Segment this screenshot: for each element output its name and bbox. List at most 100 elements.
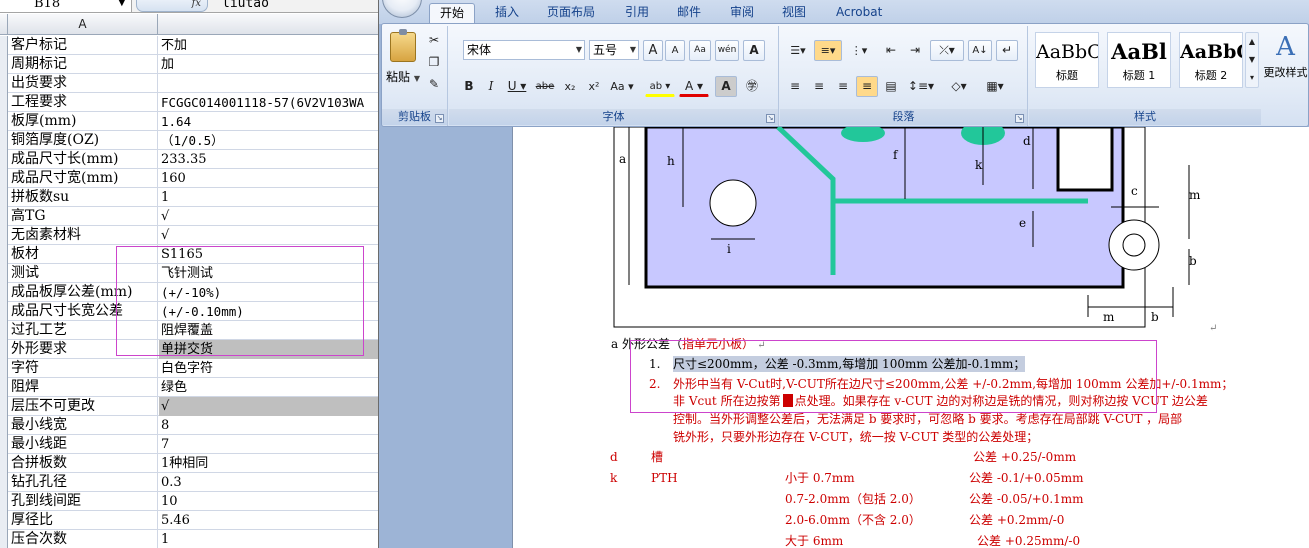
cell-value[interactable]: 10 (159, 492, 378, 511)
row-header[interactable] (0, 207, 8, 226)
tab-page-layout[interactable]: 页面布局 (537, 3, 605, 24)
row-header[interactable] (0, 397, 8, 416)
cell-label[interactable]: 成品板厚公差(mm) (9, 283, 158, 302)
show-marks-icon[interactable]: ↵ (996, 40, 1018, 61)
cell-value[interactable]: 1.64 (159, 112, 378, 131)
tab-view[interactable]: 视图 (772, 3, 816, 24)
name-box-dropdown-icon[interactable]: ▼ (118, 0, 126, 8)
paste-button[interactable]: 粘贴 ▼ (386, 29, 420, 100)
cell-label[interactable]: 阻焊 (9, 378, 158, 397)
decrease-indent-icon[interactable]: ⇤ (880, 40, 902, 61)
cell-label[interactable]: 高TG (9, 207, 158, 226)
formula-input[interactable]: liutao (222, 0, 269, 12)
cell-value[interactable]: 单拼交货 (159, 340, 378, 359)
row-header[interactable] (0, 188, 8, 207)
row-header[interactable] (0, 473, 8, 492)
bullets-icon[interactable]: ☰▾ (784, 40, 812, 61)
row-header[interactable] (0, 245, 8, 264)
cell-label[interactable]: 外形要求 (9, 340, 158, 359)
paragraph-launcher-icon[interactable]: ↘ (1015, 114, 1024, 123)
cell-label[interactable]: 压合次数 (9, 530, 158, 548)
row-header[interactable] (0, 302, 8, 321)
cell-label[interactable]: 最小线宽 (9, 416, 158, 435)
name-box[interactable]: B18 (0, 0, 132, 12)
font-size-select[interactable]: 五号 ▼ (589, 40, 639, 60)
tab-references[interactable]: 引用 (615, 3, 659, 24)
cell-label[interactable]: 成品尺寸宽(mm) (9, 169, 158, 188)
cell-label[interactable]: 工程要求 (9, 93, 158, 112)
cell-value[interactable]: 不加 (159, 36, 378, 55)
cell-value[interactable]: 160 (159, 169, 378, 188)
strikethrough-button[interactable]: abe (533, 76, 557, 97)
row-header[interactable] (0, 283, 8, 302)
justify-icon[interactable]: ≡ (856, 76, 878, 97)
list-item-2-line[interactable]: 控制。当外形调整公差后，无法满足 b 要求时，可忽略 b 要求。考虑存在局部跳 … (673, 411, 1182, 427)
cell-value[interactable]: 7 (159, 435, 378, 454)
list-item-2-line[interactable]: 铣外形，只要外形边存在 V-CUT，统一按 V-CUT 类型的公差处理； (673, 429, 1038, 445)
align-center-icon[interactable]: ≡ (808, 76, 830, 97)
change-case-button[interactable]: Aa ▾ (607, 76, 637, 97)
tab-acrobat[interactable]: Acrobat (826, 3, 892, 24)
line-spacing-icon[interactable]: ↕≡▾ (904, 76, 938, 97)
cell-label[interactable]: 厚径比 (9, 511, 158, 530)
cell-value[interactable]: 飞针测试 (159, 264, 378, 283)
sort-icon[interactable]: A↓ (968, 40, 992, 61)
cell-value[interactable]: 加 (159, 55, 378, 74)
format-painter-icon[interactable]: ✎ (424, 74, 444, 95)
cell-value[interactable]: 1 (159, 530, 378, 548)
font-launcher-icon[interactable]: ↘ (766, 114, 775, 123)
phonetic-guide-icon[interactable]: wén (715, 40, 739, 61)
align-right-icon[interactable]: ≡ (832, 76, 854, 97)
cell-value[interactable]: 8 (159, 416, 378, 435)
cell-label[interactable]: 最小线距 (9, 435, 158, 454)
font-name-select[interactable]: 宋体 ▼ (463, 40, 585, 60)
row-header[interactable] (0, 74, 8, 93)
row-header[interactable] (0, 511, 8, 530)
highlight-icon[interactable]: ab ▾ (645, 76, 675, 97)
cell-label[interactable]: 成品尺寸长宽公差 (9, 302, 158, 321)
cell-label[interactable]: 板材 (9, 245, 158, 264)
row-header[interactable] (0, 492, 8, 511)
row-header[interactable] (0, 359, 8, 378)
cell-label[interactable]: 拼板数su (9, 188, 158, 207)
enclose-char-icon[interactable]: ㊫ (741, 76, 763, 97)
row-header[interactable] (0, 454, 8, 473)
cell-label[interactable]: 合拼板数 (9, 454, 158, 473)
superscript-button[interactable]: x² (583, 76, 605, 97)
subscript-button[interactable]: x₂ (559, 76, 581, 97)
column-header-a[interactable]: A (8, 14, 158, 35)
cut-icon[interactable]: ✂ (424, 30, 444, 51)
row-header[interactable] (0, 93, 8, 112)
copy-icon[interactable]: ❐ (424, 52, 444, 73)
cell-value[interactable]: √ (159, 207, 378, 226)
cell-label[interactable]: 出货要求 (9, 74, 158, 93)
cell-value[interactable]: S1165 (159, 245, 378, 264)
cell-label[interactable]: 客户标记 (9, 36, 158, 55)
grow-font-button[interactable]: A (643, 40, 663, 61)
list-item-1[interactable]: 尺寸≤200mm，公差 -0.3mm,每增加 100mm 公差加-0.1mm； (673, 356, 1026, 372)
cell-label[interactable]: 测试 (9, 264, 158, 283)
row-header[interactable] (0, 416, 8, 435)
char-border-icon[interactable]: A (743, 40, 765, 61)
cell-value[interactable]: 1种相同 (159, 454, 378, 473)
cell-value[interactable] (159, 74, 378, 93)
row-header[interactable] (0, 340, 8, 359)
row-header[interactable] (0, 530, 8, 548)
cell-label[interactable]: 过孔工艺 (9, 321, 158, 340)
shrink-font-button[interactable]: A (665, 40, 685, 61)
style-heading-2[interactable]: AaBbC 标题 2 (1179, 32, 1243, 88)
cell-label[interactable]: 成品尺寸长(mm) (9, 150, 158, 169)
underline-button[interactable]: U ▾ (503, 76, 531, 97)
cell-label[interactable]: 周期标记 (9, 55, 158, 74)
row-header[interactable] (0, 55, 8, 74)
cell-label[interactable]: 钻孔孔径 (9, 473, 158, 492)
list-item-2-line[interactable]: 非 Vcut 所在边按第 点处理。如果存在 v-CUT 边的对称边是铣的情况，则对… (673, 393, 1208, 409)
font-color-icon[interactable]: A ▾ (679, 76, 709, 97)
cell-value[interactable]: 5.46 (159, 511, 378, 530)
clipboard-launcher-icon[interactable]: ↘ (435, 114, 444, 123)
row-header[interactable] (0, 321, 8, 340)
cell-value[interactable]: (+/-10%) (159, 283, 378, 302)
tab-home[interactable]: 开始 (429, 3, 476, 24)
cell-label[interactable]: 孔到线间距 (9, 492, 158, 511)
numbering-icon[interactable]: ≡▾ (814, 40, 842, 61)
